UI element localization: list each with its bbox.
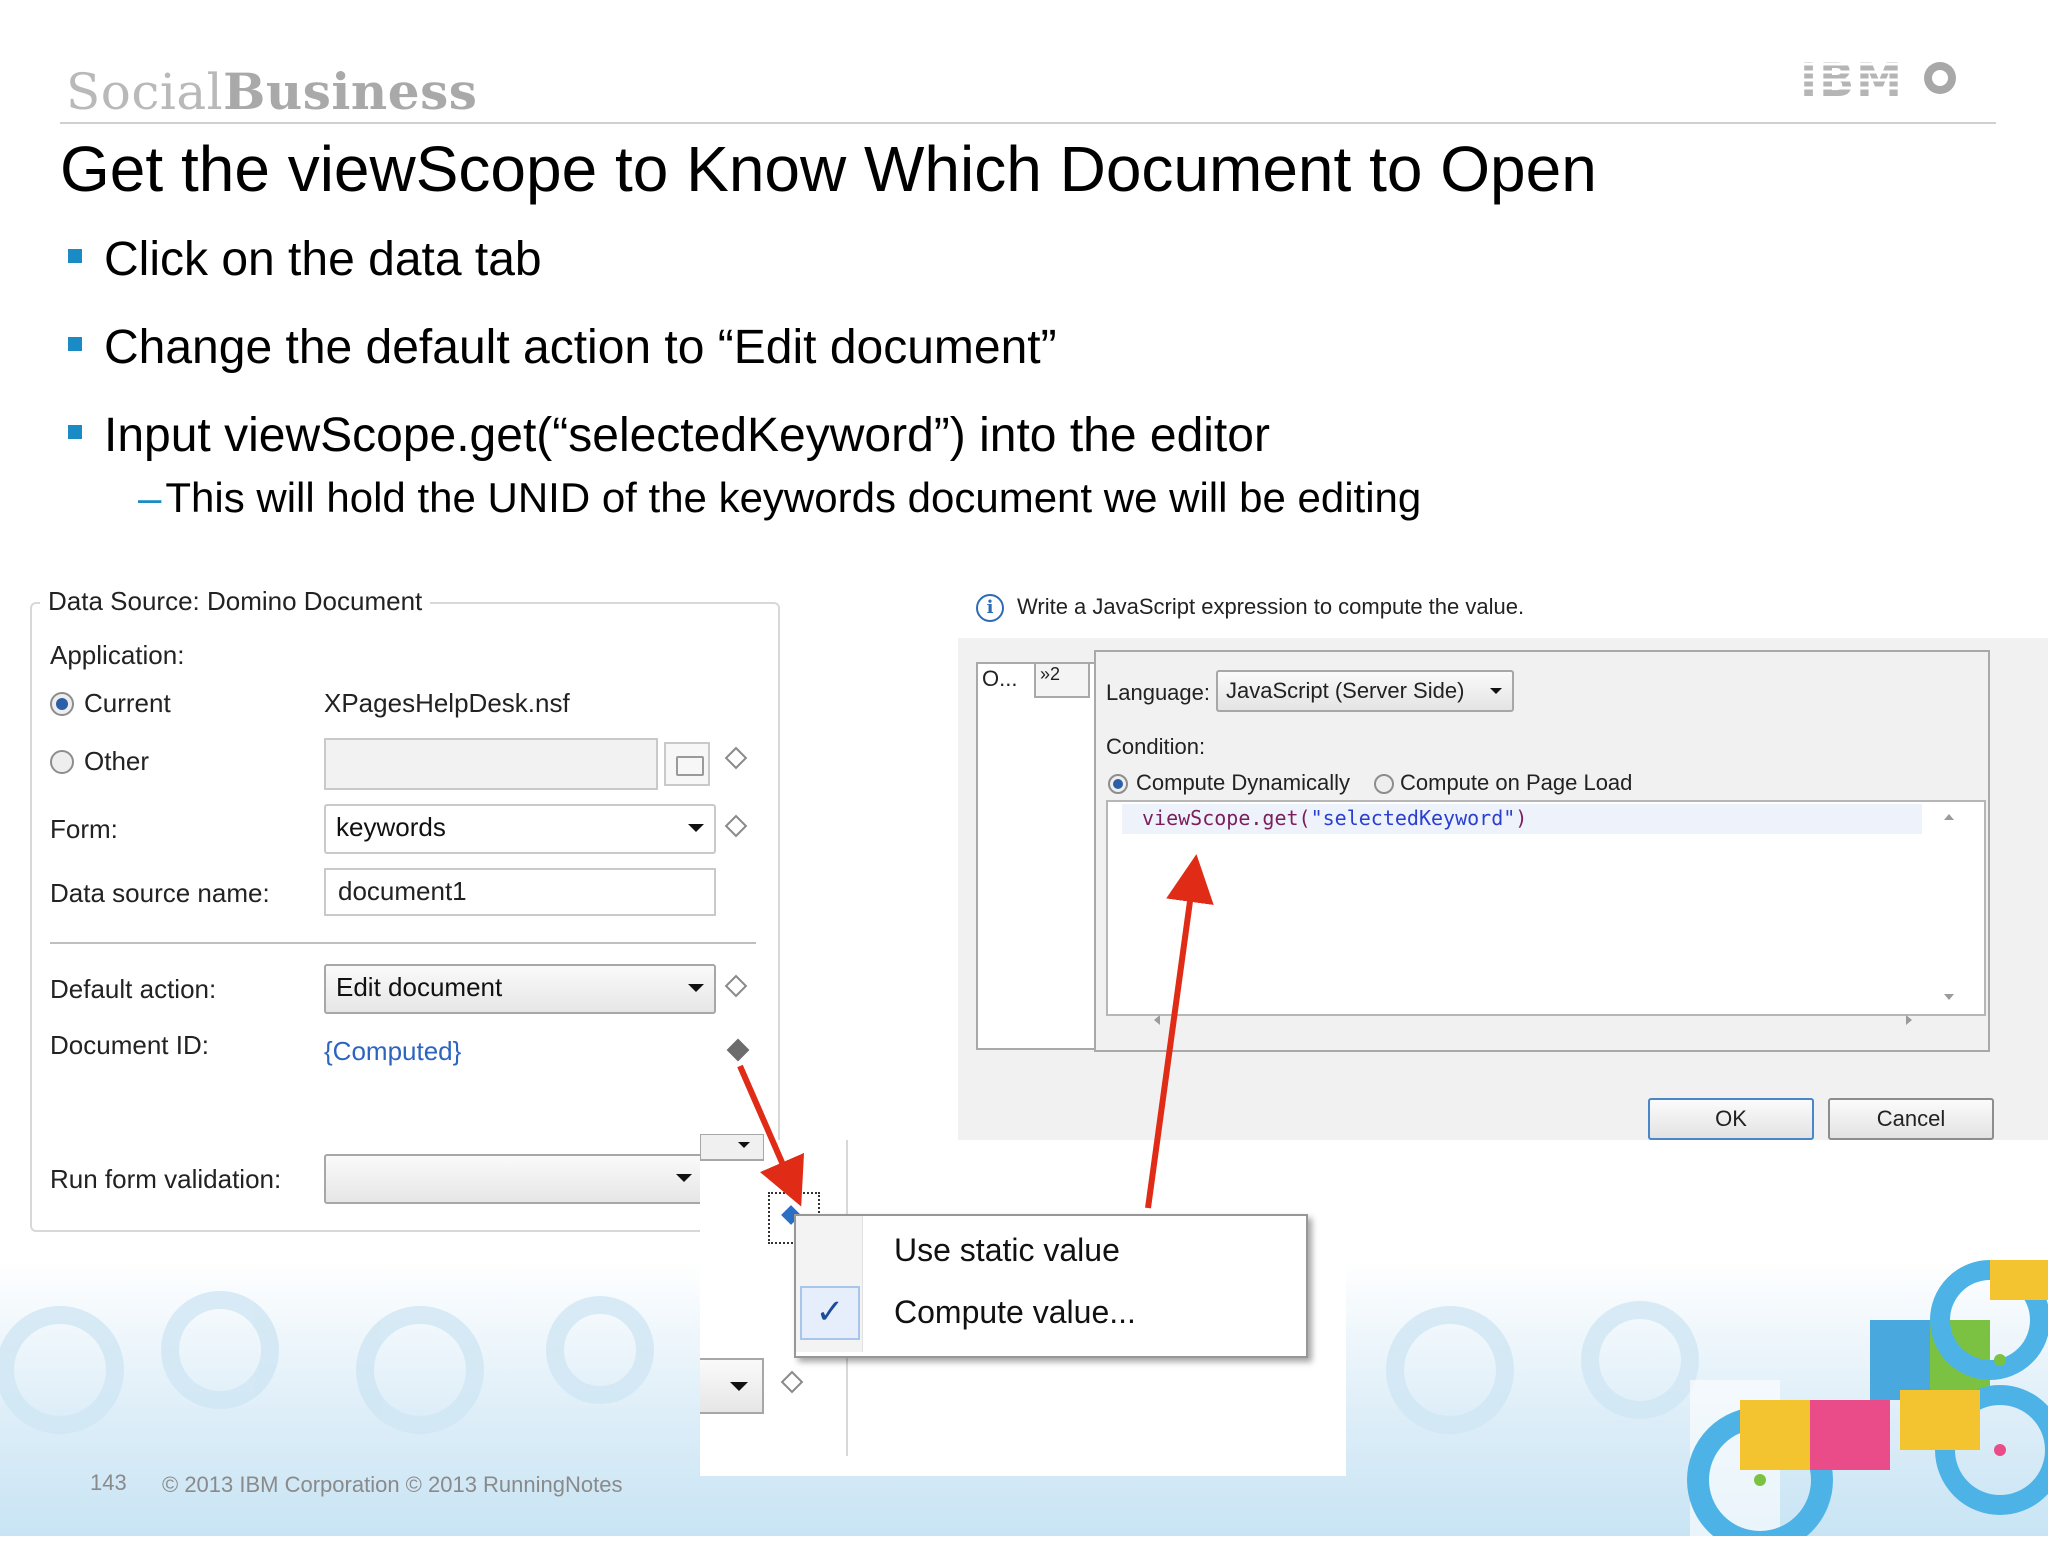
application-label: Application: — [50, 640, 185, 670]
copyright: © 2013 IBM Corporation © 2013 RunningNot… — [162, 1472, 623, 1497]
bullet-text: Click on the data tab — [104, 233, 542, 286]
code-close: ) — [1515, 806, 1528, 830]
run-form-validation-label: Run form validation: — [50, 1164, 282, 1194]
other-radio[interactable] — [50, 750, 74, 774]
compute-dynamically-radio[interactable] — [1108, 774, 1128, 794]
partial-select[interactable] — [700, 1358, 764, 1414]
brand-bold: Business — [223, 62, 478, 121]
chevron-down-icon — [676, 1174, 692, 1182]
default-action-label: Default action: — [50, 974, 217, 1004]
sub-bullet-dash: – — [138, 474, 162, 521]
checkmark-icon: ✓ — [800, 1286, 860, 1340]
code-string: "selectedKeyword" — [1310, 806, 1516, 830]
horizontal-scrollbar[interactable] — [1122, 1010, 1912, 1030]
default-action-value: Edit document — [336, 972, 503, 1002]
slide-title: Get the viewScope to Know Which Document… — [60, 133, 1597, 205]
bullet-2: Change the default action to “Edit docum… — [68, 320, 1057, 375]
menu-item-use-static-value[interactable]: Use static value — [894, 1232, 1120, 1269]
current-label: Current — [84, 688, 171, 718]
vertical-scrollbar[interactable] — [1938, 804, 1960, 1008]
tab-outline[interactable]: O... — [982, 666, 1017, 692]
condition-label: Condition: — [1106, 734, 1206, 759]
document-id-computed-link[interactable]: {Computed} — [324, 1036, 461, 1067]
document-id-label: Document ID: — [50, 1030, 209, 1060]
ok-button[interactable]: OK — [1648, 1098, 1814, 1140]
form-select-value: keywords — [336, 812, 446, 842]
header-divider — [60, 122, 1996, 124]
bullet-text: Change the default action to “Edit docum… — [104, 321, 1057, 374]
bullet-marker — [68, 249, 82, 264]
compute-on-page-load-label: Compute on Page Load — [1400, 770, 1633, 795]
code-call: viewScope.get( — [1142, 806, 1311, 830]
folder-icon — [676, 756, 704, 776]
language-label: Language: — [1106, 680, 1210, 705]
panel-legend: Data Source: Domino Document — [40, 586, 431, 617]
bullet-marker — [68, 337, 82, 352]
other-db-field[interactable] — [324, 738, 658, 790]
data-source-name-label: Data source name: — [50, 878, 270, 908]
ibm-logo: IBM — [1800, 53, 1956, 107]
bullet-marker — [68, 425, 82, 440]
current-db-value: XPagesHelpDesk.nsf — [324, 688, 570, 718]
form-label: Form: — [50, 814, 118, 844]
bullet-text: Input viewScope.get(“selectedKeyword”) i… — [104, 409, 1270, 462]
chevron-down-icon — [688, 824, 704, 832]
dialog-info-text: Write a JavaScript expression to compute… — [1017, 594, 1525, 619]
language-value: JavaScript (Server Side) — [1226, 678, 1465, 703]
chevron-down-icon — [730, 1382, 748, 1391]
browse-folder-button[interactable] — [664, 742, 710, 786]
chevron-down-icon — [1490, 688, 1502, 694]
bullet-1: Click on the data tab — [68, 232, 542, 287]
reference-tabs-panel — [976, 662, 1096, 1050]
run-form-validation-select[interactable] — [324, 1154, 704, 1204]
other-label: Other — [84, 746, 150, 776]
brand-logo: SocialBusiness — [66, 62, 477, 121]
cancel-button[interactable]: Cancel — [1828, 1098, 1994, 1140]
current-radio[interactable] — [50, 692, 74, 716]
brand-light: Social — [66, 63, 224, 121]
default-action-select[interactable]: Edit document — [324, 964, 716, 1014]
form-select[interactable]: keywords — [324, 804, 716, 854]
tab-overflow[interactable]: »2 — [1034, 662, 1090, 698]
compute-on-page-load-radio[interactable] — [1374, 774, 1394, 794]
compute-dynamically-label: Compute Dynamically — [1136, 770, 1350, 795]
bullet-3: Input viewScope.get(“selectedKeyword”) i… — [68, 408, 1270, 463]
partial-select — [700, 1134, 764, 1161]
data-source-name-input[interactable]: document1 — [324, 868, 716, 916]
menu-item-compute-value[interactable]: Compute value... — [894, 1294, 1136, 1331]
editor-code[interactable]: viewScope.get("selectedKeyword") — [1142, 806, 1527, 830]
panel-separator — [50, 942, 756, 944]
language-select[interactable]: JavaScript (Server Side) — [1216, 670, 1514, 712]
info-icon: i — [976, 594, 1004, 622]
sub-bullet: –This will hold the UNID of the keywords… — [138, 474, 1421, 522]
sub-bullet-text: This will hold the UNID of the keywords … — [165, 474, 1422, 521]
page-number: 143 — [90, 1470, 127, 1495]
chevron-down-icon — [688, 984, 704, 992]
